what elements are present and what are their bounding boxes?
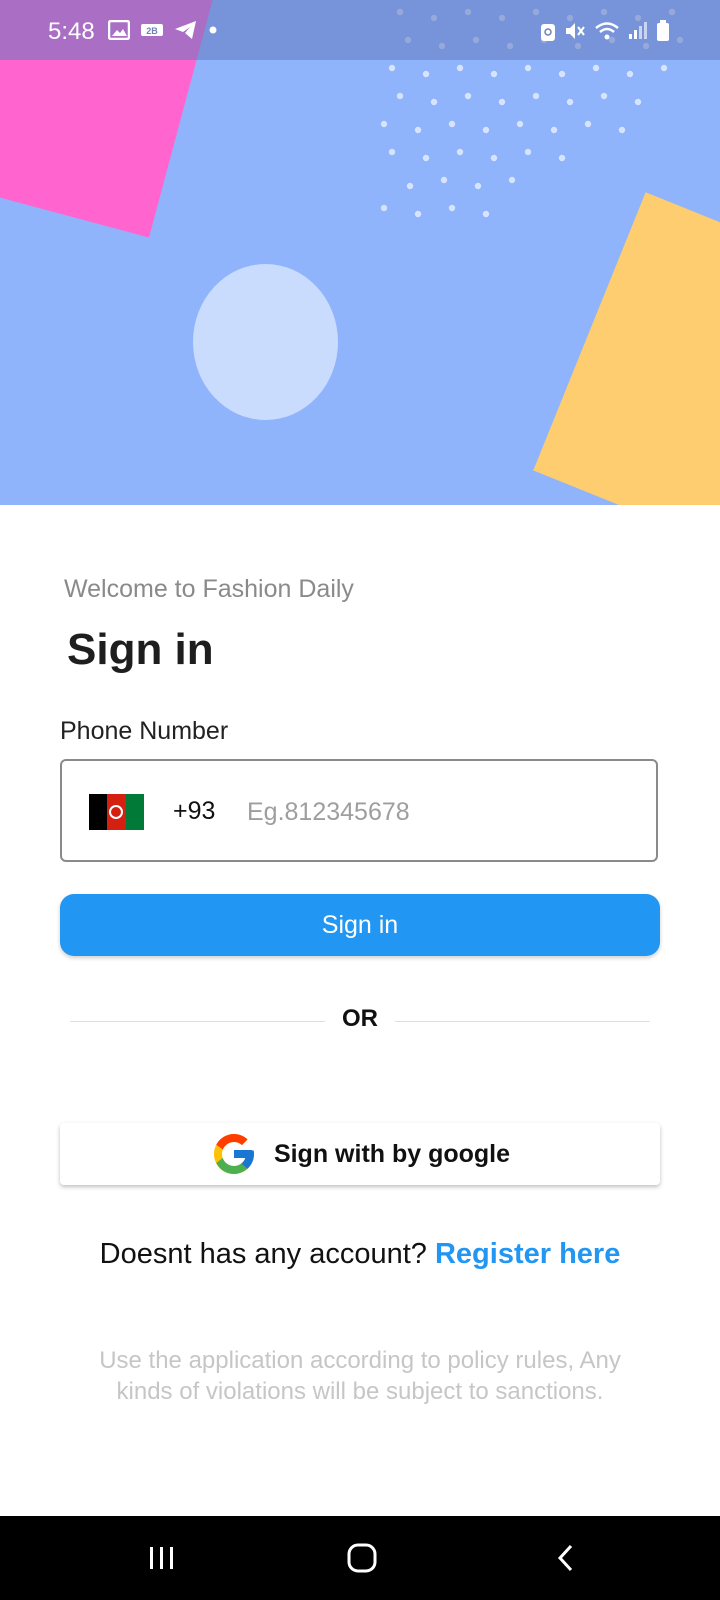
- or-divider-text: OR: [342, 1005, 378, 1032]
- hero-circle-shape: [193, 264, 338, 420]
- telegram-icon: [175, 21, 196, 39]
- phone-number-input[interactable]: [245, 789, 639, 835]
- google-sign-in-button[interactable]: Sign with by google: [60, 1123, 660, 1185]
- google-sign-in-label: Sign with by google: [273, 1139, 511, 1168]
- sign-in-button[interactable]: Sign in: [60, 894, 660, 956]
- alarm-icon: [541, 24, 555, 41]
- status-time: 5:48: [48, 18, 95, 45]
- register-prompt-text: Doesnt has any account?: [99, 1238, 435, 1270]
- welcome-text: Welcome to Fashion Daily: [64, 575, 354, 603]
- system-nav-bar: [0, 1516, 720, 1600]
- notification-dot-icon: [209, 26, 217, 34]
- page-title: Sign in: [67, 625, 214, 674]
- back-icon[interactable]: [546, 1538, 586, 1578]
- phone-number-field[interactable]: +93: [60, 759, 658, 862]
- mute-icon: [566, 23, 585, 39]
- divider-line-right: [395, 1021, 650, 1022]
- hero-banner: [0, 0, 720, 505]
- register-link[interactable]: Register here: [435, 1238, 620, 1270]
- register-prompt-row: Doesnt has any account? Register here: [0, 1238, 720, 1271]
- gallery-icon: [108, 20, 130, 40]
- sim-badge-icon: 2B: [141, 24, 163, 36]
- divider-line-left: [70, 1021, 325, 1022]
- svg-text:2B: 2B: [146, 26, 158, 36]
- status-bar: 5:48 2B: [0, 0, 720, 60]
- recent-apps-icon[interactable]: [142, 1538, 182, 1578]
- phone-number-label: Phone Number: [60, 717, 229, 745]
- afghanistan-flag-icon[interactable]: [89, 794, 144, 830]
- battery-icon: [657, 20, 669, 41]
- signal-icon: [629, 22, 647, 39]
- wifi-icon: [595, 22, 619, 40]
- google-logo-icon: [213, 1134, 254, 1174]
- policy-notice: Use the application according to policy …: [99, 1347, 621, 1405]
- country-dial-code[interactable]: +93: [173, 797, 215, 826]
- home-icon[interactable]: [342, 1538, 382, 1578]
